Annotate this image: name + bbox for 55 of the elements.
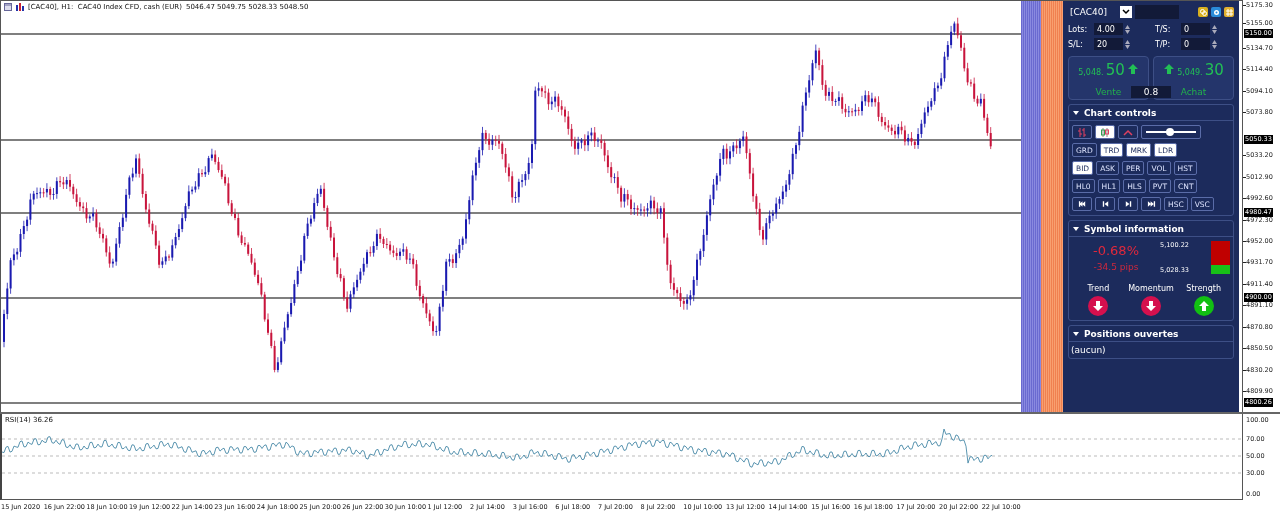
link-icon[interactable]	[1198, 7, 1208, 17]
caret-icon	[1122, 9, 1130, 15]
arrow-up-icon	[1163, 63, 1176, 75]
spread-value: 0.8	[1131, 86, 1171, 98]
arrow-up-icon	[1126, 63, 1139, 75]
field-label: S/L:	[1068, 39, 1084, 49]
spin-down-icon[interactable]	[1125, 44, 1130, 49]
zoom-slider[interactable]	[1141, 125, 1201, 139]
spin-down-icon[interactable]	[1212, 44, 1217, 49]
field-label: T/P:	[1155, 39, 1172, 49]
next-icon	[1123, 200, 1133, 208]
spin-down-icon[interactable]	[1125, 29, 1130, 34]
spin-up-icon[interactable]	[1125, 24, 1130, 29]
collapse-icon[interactable]	[1073, 109, 1079, 116]
bars-icon	[1077, 127, 1087, 137]
grid-icon[interactable]	[1224, 7, 1234, 17]
number-field[interactable]: 20	[1094, 38, 1123, 50]
chart-type-button[interactable]	[1095, 125, 1115, 139]
navigation-button[interactable]	[1072, 197, 1092, 211]
bar-chart-icon	[16, 3, 24, 11]
change-pips: -34.5 pips	[1092, 262, 1140, 272]
chart-type-button[interactable]	[1072, 125, 1092, 139]
indicator-label: Strength	[1186, 284, 1221, 293]
empty-positions-text: (aucun)	[1070, 344, 1107, 357]
section-title: Positions ouvertes	[1084, 328, 1179, 339]
field-label: Lots:	[1068, 24, 1089, 34]
chart-type-button[interactable]	[1118, 125, 1138, 139]
prev-icon	[1100, 200, 1110, 208]
navigation-button[interactable]	[1118, 197, 1138, 211]
section-title: Symbol information	[1084, 223, 1185, 234]
change-percent: -0.68%	[1092, 243, 1140, 258]
candles-icon	[1100, 127, 1110, 137]
first-icon	[1077, 200, 1087, 208]
number-field[interactable]: 4.00	[1094, 23, 1123, 35]
slider-thumb[interactable]	[1165, 128, 1174, 136]
input-field[interactable]	[1135, 5, 1179, 19]
number-field[interactable]: 0	[1181, 38, 1210, 50]
navigation-button[interactable]	[1095, 197, 1115, 211]
spin-up-icon[interactable]	[1212, 24, 1217, 29]
spin-down-icon[interactable]	[1212, 29, 1217, 34]
line-chart-icon	[1123, 127, 1133, 137]
settings-icon[interactable]	[1211, 7, 1221, 17]
field-label: T/S:	[1155, 24, 1172, 34]
window-icon	[4, 3, 12, 11]
spin-up-icon[interactable]	[1212, 39, 1217, 44]
number-field[interactable]: 0	[1181, 23, 1210, 35]
collapse-icon[interactable]	[1073, 225, 1079, 232]
last-icon	[1146, 200, 1156, 208]
navigation-button[interactable]	[1141, 197, 1161, 211]
spin-up-icon[interactable]	[1125, 39, 1130, 44]
section-title: Chart controls	[1084, 107, 1157, 118]
indicator-label: Trend	[1087, 284, 1110, 293]
collapse-icon[interactable]	[1073, 330, 1079, 337]
symbol-select[interactable]: [CAC40]	[1068, 5, 1132, 19]
indicator-label: Momentum	[1128, 284, 1174, 293]
